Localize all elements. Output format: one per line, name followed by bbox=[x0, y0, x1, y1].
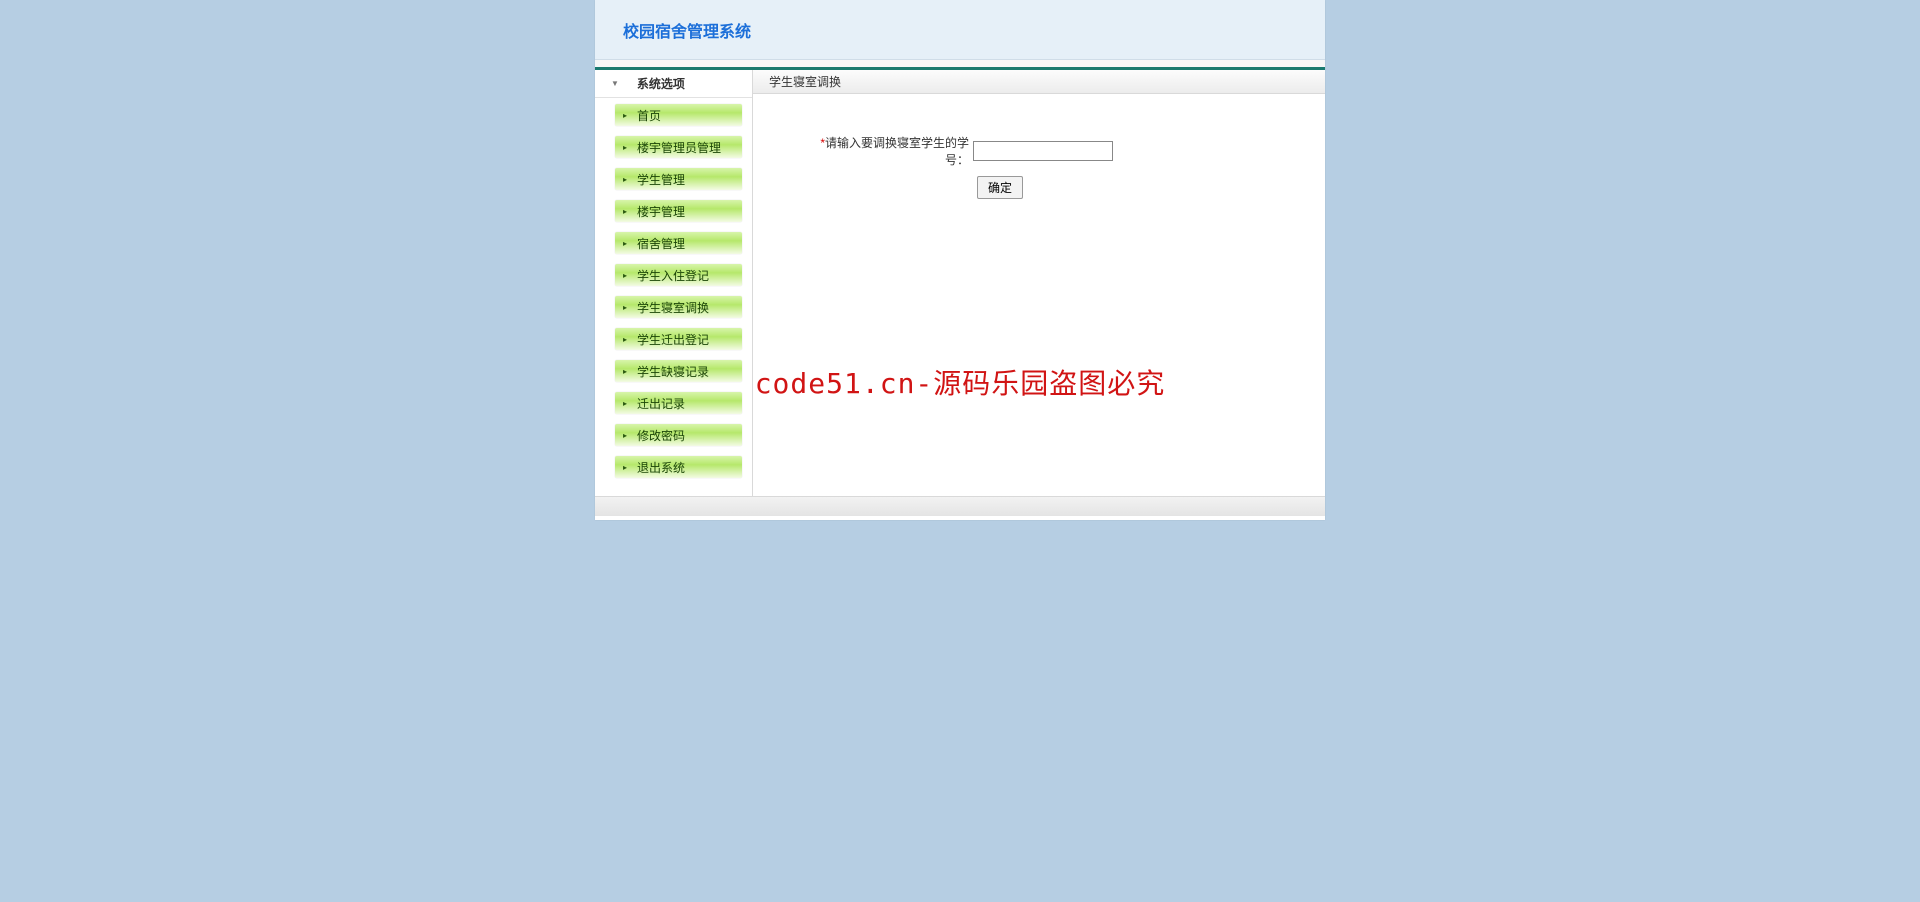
app-title: 校园宿舍管理系统 bbox=[623, 18, 751, 42]
sidebar-item-label: 楼宇管理员管理 bbox=[637, 139, 721, 156]
content-area: 学生寝室调换 *请输入要调换寝室学生的学号： 确定 bbox=[753, 70, 1325, 496]
sidebar-item-label: 退出系统 bbox=[637, 459, 685, 476]
body-row: ▼ 系统选项 ▸ 首页 ▸ 楼宇管理员管理 ▸ 学生管理 ▸ 楼宇管理 ▸ 宿舍管理 ▸ 学生入住登记… bbox=[595, 70, 1325, 496]
sidebar-item-4[interactable]: ▸ 宿舍管理 bbox=[615, 232, 742, 254]
button-row: 确定 bbox=[803, 176, 1295, 199]
sidebar-item-3[interactable]: ▸ 楼宇管理 bbox=[615, 200, 742, 222]
footer-strip bbox=[595, 496, 1325, 516]
sidebar-title: 系统选项 bbox=[637, 75, 685, 92]
sidebar-item-label: 学生缺寝记录 bbox=[637, 363, 709, 380]
arrow-right-icon: ▸ bbox=[623, 143, 627, 152]
sidebar-item-2[interactable]: ▸ 学生管理 bbox=[615, 168, 742, 190]
sidebar-item-label: 学生入住登记 bbox=[637, 267, 709, 284]
form-row: *请输入要调换寝室学生的学号： bbox=[803, 134, 1295, 168]
sidebar-item-label: 修改密码 bbox=[637, 427, 685, 444]
sidebar-item-1[interactable]: ▸ 楼宇管理员管理 bbox=[615, 136, 742, 158]
form-area: *请输入要调换寝室学生的学号： 确定 bbox=[753, 94, 1325, 219]
sidebar-item-0[interactable]: ▸ 首页 bbox=[615, 104, 742, 126]
sidebar-item-label: 学生迁出登记 bbox=[637, 331, 709, 348]
arrow-right-icon: ▸ bbox=[623, 463, 627, 472]
content-title: 学生寝室调换 bbox=[753, 70, 1325, 94]
arrow-right-icon: ▸ bbox=[623, 431, 627, 440]
arrow-right-icon: ▸ bbox=[623, 335, 627, 344]
arrow-right-icon: ▸ bbox=[623, 175, 627, 184]
sidebar: ▼ 系统选项 ▸ 首页 ▸ 楼宇管理员管理 ▸ 学生管理 ▸ 楼宇管理 ▸ 宿舍管理 ▸ 学生入住登记… bbox=[595, 70, 753, 496]
sidebar-item-8[interactable]: ▸ 学生缺寝记录 bbox=[615, 360, 742, 382]
sidebar-item-10[interactable]: ▸ 修改密码 bbox=[615, 424, 742, 446]
header-bar: 校园宿舍管理系统 bbox=[595, 0, 1325, 60]
arrow-right-icon: ▸ bbox=[623, 399, 627, 408]
menu-list: ▸ 首页 ▸ 楼宇管理员管理 ▸ 学生管理 ▸ 楼宇管理 ▸ 宿舍管理 ▸ 学生入住登记 ▸ 学生寝室调换… bbox=[595, 98, 752, 478]
arrow-right-icon: ▸ bbox=[623, 111, 627, 120]
sidebar-item-11[interactable]: ▸ 退出系统 bbox=[615, 456, 742, 478]
arrow-right-icon: ▸ bbox=[623, 207, 627, 216]
sidebar-item-5[interactable]: ▸ 学生入住登记 bbox=[615, 264, 742, 286]
arrow-right-icon: ▸ bbox=[623, 239, 627, 248]
sidebar-item-label: 楼宇管理 bbox=[637, 203, 685, 220]
sidebar-item-label: 宿舍管理 bbox=[637, 235, 685, 252]
sidebar-item-7[interactable]: ▸ 学生迁出登记 bbox=[615, 328, 742, 350]
arrow-right-icon: ▸ bbox=[623, 367, 627, 376]
student-id-input[interactable] bbox=[973, 141, 1113, 161]
sidebar-item-label: 学生管理 bbox=[637, 171, 685, 188]
sidebar-header[interactable]: ▼ 系统选项 bbox=[595, 70, 752, 98]
sidebar-item-label: 学生寝室调换 bbox=[637, 299, 709, 316]
divider bbox=[595, 60, 1325, 70]
sidebar-item-label: 首页 bbox=[637, 107, 661, 124]
student-id-label: *请输入要调换寝室学生的学号： bbox=[803, 134, 973, 168]
app-container: 校园宿舍管理系统 ▼ 系统选项 ▸ 首页 ▸ 楼宇管理员管理 ▸ 学生管理 ▸ 楼宇管理 ▸ 宿舍… bbox=[595, 0, 1325, 520]
submit-button[interactable]: 确定 bbox=[977, 176, 1023, 199]
label-text: 请输入要调换寝室学生的学号： bbox=[825, 136, 969, 167]
chevron-down-icon: ▼ bbox=[611, 79, 619, 88]
sidebar-item-9[interactable]: ▸ 迁出记录 bbox=[615, 392, 742, 414]
arrow-right-icon: ▸ bbox=[623, 271, 627, 280]
sidebar-item-6[interactable]: ▸ 学生寝室调换 bbox=[615, 296, 742, 318]
arrow-right-icon: ▸ bbox=[623, 303, 627, 312]
sidebar-item-label: 迁出记录 bbox=[637, 395, 685, 412]
